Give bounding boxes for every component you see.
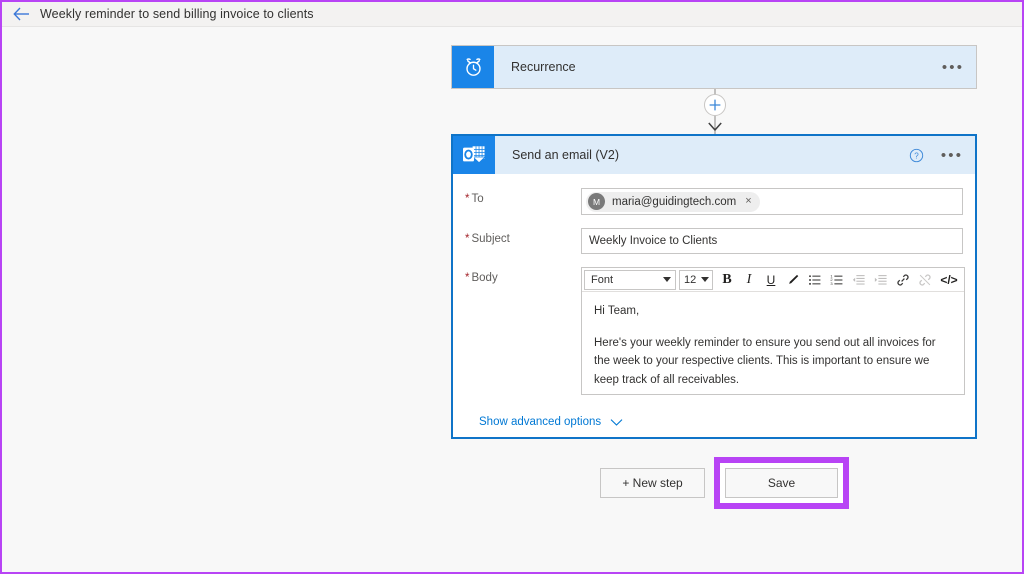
top-command-bar: Weekly reminder to send billing invoice … xyxy=(2,2,1022,27)
remove-recipient-icon[interactable]: × xyxy=(745,196,751,207)
trigger-card-recurrence[interactable]: Recurrence ••• xyxy=(451,45,977,89)
remove-link-icon xyxy=(915,269,935,290)
help-circle-icon[interactable]: ? xyxy=(903,136,929,174)
page-title: Weekly reminder to send billing invoice … xyxy=(40,7,314,21)
show-advanced-options-label: Show advanced options xyxy=(479,416,601,428)
bulleted-list-icon[interactable] xyxy=(805,269,825,290)
action-card-send-email[interactable]: Send an email (V2) ? ••• *To xyxy=(451,134,977,439)
recipient-chip[interactable]: M maria@guidingtech.com × xyxy=(586,192,760,212)
alarm-clock-icon xyxy=(452,46,494,88)
svg-text:?: ? xyxy=(914,151,919,160)
field-label-body: *Body xyxy=(465,267,581,284)
underline-icon[interactable]: U xyxy=(761,269,781,290)
save-button-highlight: Save xyxy=(714,457,849,509)
to-input[interactable]: M maria@guidingtech.com × xyxy=(581,188,963,215)
code-view-icon[interactable]: </> xyxy=(937,269,961,290)
flow-designer-page: Weekly reminder to send billing invoice … xyxy=(0,0,1024,574)
body-text-content[interactable]: Hi Team, Here's your weekly reminder to … xyxy=(582,292,964,394)
text-color-pen-icon[interactable] xyxy=(783,269,803,290)
body-paragraph: Hi Team, xyxy=(594,302,952,321)
font-family-select[interactable]: Font xyxy=(584,270,676,290)
action-card-header: Send an email (V2) ? ••• xyxy=(453,136,975,174)
required-indicator: * xyxy=(465,233,469,245)
font-size-select[interactable]: 12 xyxy=(679,270,713,290)
body-paragraph: Here's your weekly reminder to ensure yo… xyxy=(594,334,952,390)
numbered-list-icon[interactable]: 1 2 3 xyxy=(827,269,847,290)
chevron-down-icon xyxy=(701,277,709,282)
field-row-subject: *Subject Weekly Invoice to Clients xyxy=(465,228,963,254)
chevron-down-icon xyxy=(663,277,671,282)
body-rich-text-editor[interactable]: Font 12 B I U xyxy=(581,267,965,395)
decrease-indent-icon xyxy=(849,269,869,290)
field-row-body: *Body Font 12 xyxy=(465,267,963,395)
action-card-overflow-menu-button[interactable]: ••• xyxy=(929,136,975,174)
subject-input[interactable]: Weekly Invoice to Clients xyxy=(581,228,963,254)
action-card-title: Send an email (V2) xyxy=(495,136,903,174)
new-step-button[interactable]: + New step xyxy=(600,468,705,498)
avatar: M xyxy=(588,193,605,210)
field-label-subject: *Subject xyxy=(465,228,581,245)
trigger-card-overflow-menu-button[interactable]: ••• xyxy=(930,46,976,88)
rich-text-toolbar: Font 12 B I U xyxy=(582,268,964,292)
font-family-value: Font xyxy=(591,274,613,286)
outlook-icon xyxy=(453,136,495,174)
increase-indent-icon xyxy=(871,269,891,290)
back-arrow-icon[interactable] xyxy=(10,3,32,25)
field-row-to: *To M maria@guidingtech.com × xyxy=(465,188,963,215)
trigger-card-title: Recurrence xyxy=(494,46,930,88)
required-indicator: * xyxy=(465,193,469,205)
recipient-email: maria@guidingtech.com xyxy=(612,196,736,208)
save-button[interactable]: Save xyxy=(725,468,838,498)
flow-action-buttons: + New step Save xyxy=(600,457,849,509)
action-card-form: *To M maria@guidingtech.com × xyxy=(453,174,975,428)
insert-link-icon[interactable] xyxy=(893,269,913,290)
chevron-down-icon xyxy=(610,418,623,427)
flow-canvas: Recurrence ••• xyxy=(2,27,1022,572)
bold-icon[interactable]: B xyxy=(717,269,737,290)
font-size-value: 12 xyxy=(684,274,696,286)
required-indicator: * xyxy=(465,272,469,284)
show-advanced-options-link[interactable]: Show advanced options xyxy=(465,408,963,428)
svg-text:3: 3 xyxy=(830,281,833,286)
field-label-to: *To xyxy=(465,188,581,205)
italic-icon[interactable]: I xyxy=(739,269,759,290)
flow-connector xyxy=(694,89,736,134)
